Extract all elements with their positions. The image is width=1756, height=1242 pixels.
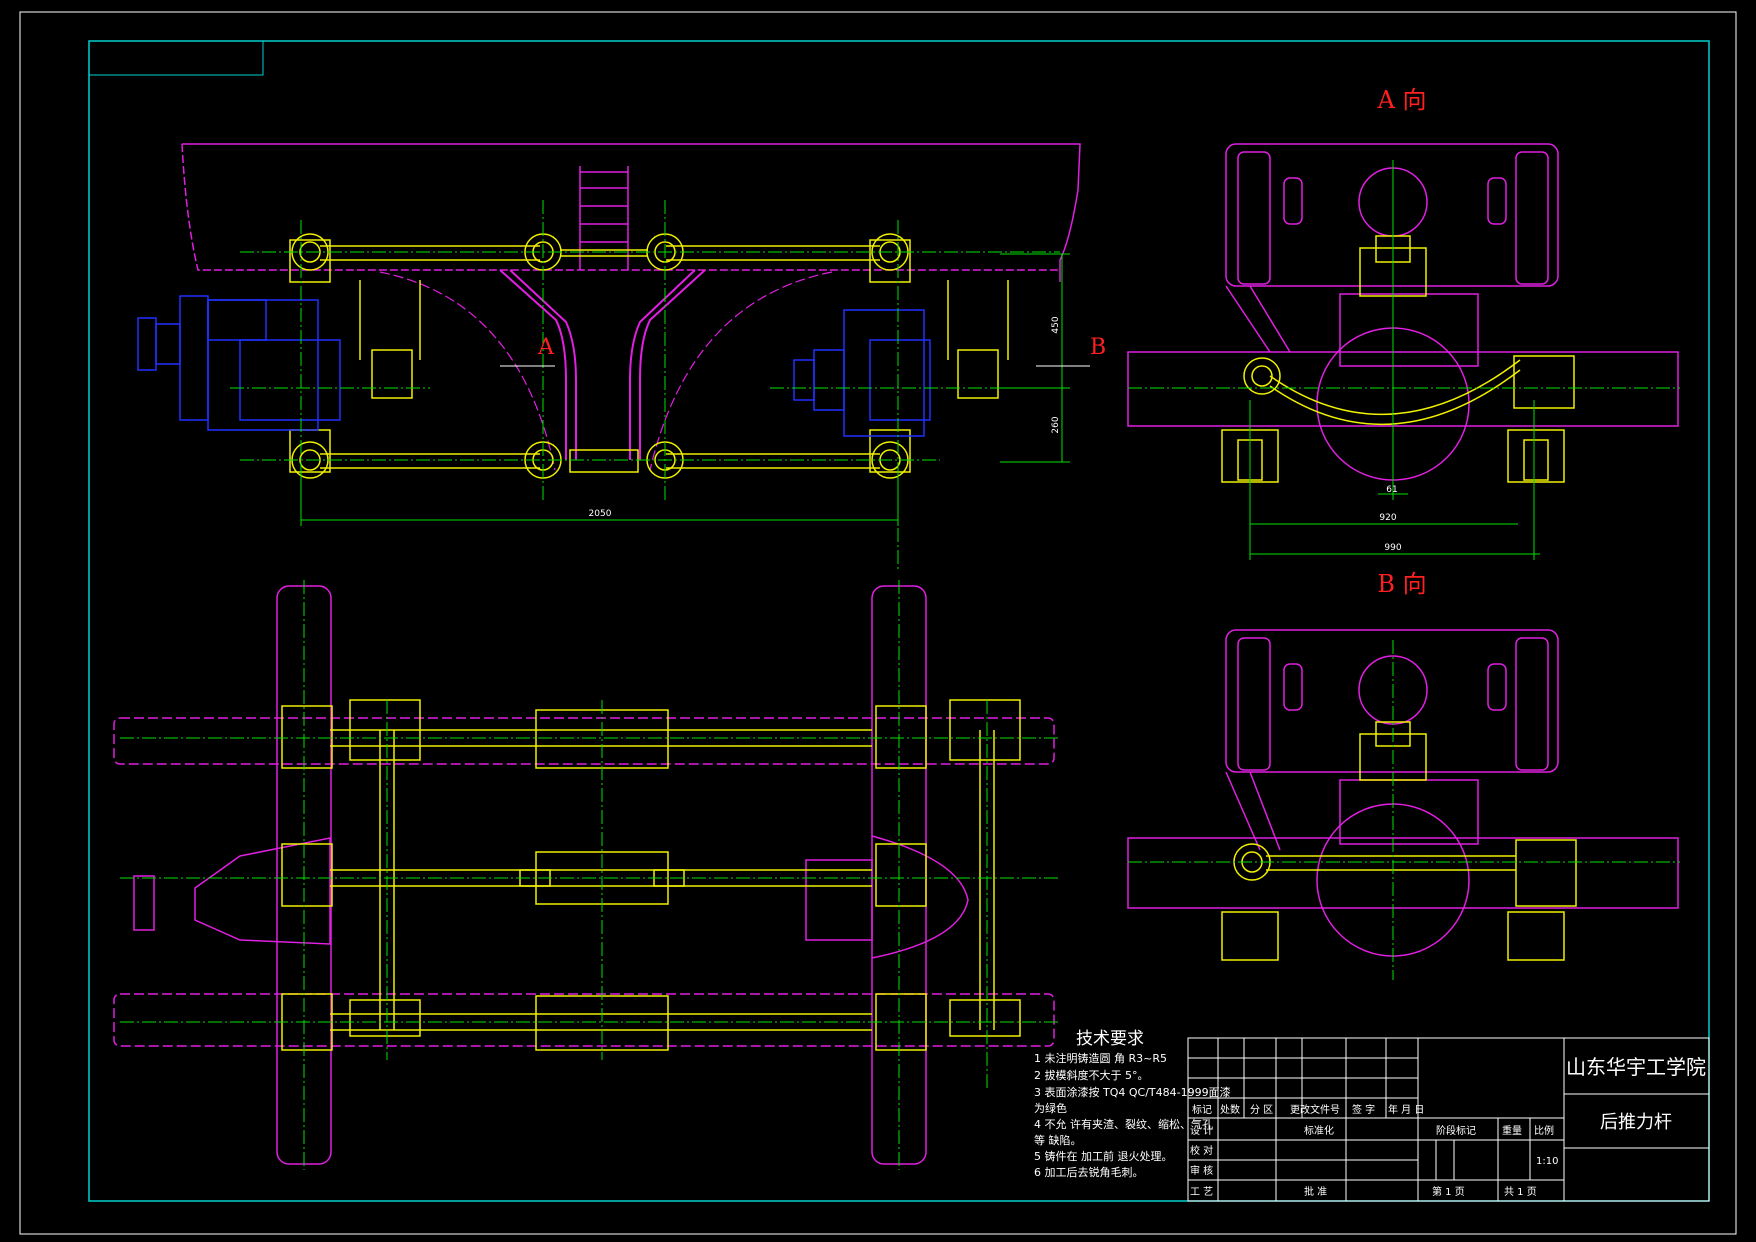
dim-2050: 2050 [589,509,612,519]
dim-990: 990 [1384,543,1401,553]
rev-header: 年 月 日 [1388,1103,1424,1116]
role-label: 审 核 [1190,1164,1213,1177]
top-view [113,580,1060,1170]
role-label: 工 艺 [1190,1186,1213,1198]
role-label: 设 计 [1190,1124,1213,1137]
part-name: 后推力杆 [1600,1112,1672,1133]
rev-header: 签 字 [1352,1103,1375,1116]
dim-260: 260 [1051,416,1061,433]
code-box [88,40,264,76]
tech-item: 等 缺陷。 [1034,1133,1082,1147]
view-b: B 向 [1127,570,1680,980]
rev-header: 更改文件号 [1290,1103,1340,1116]
front-view: 2050 450 260 A B [137,143,1106,570]
sheet-total: 共 1 页 [1504,1186,1537,1198]
tech-title: 技术要求 [1076,1029,1144,1049]
rev-header: 标记 [1192,1104,1212,1116]
title-block-text: 山东华宇工学院 后推力杆 标记 处数 分 区 更改文件号 签 字 年 月 日 设… [1190,1055,1706,1198]
dim-920: 920 [1379,513,1396,523]
rev-header: 分 区 [1250,1104,1273,1116]
stage-label: 阶段标记 [1436,1124,1476,1137]
section-b-marker: B [1090,335,1106,360]
school-name: 山东华宇工学院 [1566,1055,1706,1079]
scale-value: 1:10 [1536,1156,1558,1167]
view-a-title: A 向 [1377,86,1427,114]
tech-item: 5 铸件在 加工前 退火处理。 [1034,1149,1173,1163]
view-a: A 向 61 920 990 [1127,86,1680,560]
tech-item: 2 拔模斜度不大于 5°。 [1034,1068,1149,1082]
dim-450: 450 [1051,316,1061,333]
section-a-marker: A [537,335,555,360]
cad-drawing: 2050 450 260 A B A 向 61 920 990 B 向 技术要求… [19,11,1737,1235]
dim-61: 61 [1386,485,1397,495]
tech-item: 3 表面涂漆按 TQ4 QC/T484-1999面漆 [1034,1085,1231,1099]
scale-header: 比例 [1534,1124,1554,1137]
tech-item: 4 不允 许有夹渣、裂纹、缩松、气孔 [1034,1117,1213,1131]
view-b-title: B 向 [1377,570,1426,598]
role-label: 校 对 [1190,1144,1213,1157]
sheet-number: 第 1 页 [1432,1185,1465,1198]
approve-label: 批 准 [1304,1185,1327,1198]
tech-item: 1 未注明铸造圆 角 R3~R5 [1034,1051,1167,1065]
rev-header: 处数 [1220,1103,1240,1116]
tech-item: 为绿色 [1034,1101,1067,1115]
standard-label: 标准化 [1304,1124,1334,1137]
weight-label: 重量 [1502,1124,1522,1137]
tech-item: 6 加工后去锐角毛刺。 [1034,1165,1144,1179]
